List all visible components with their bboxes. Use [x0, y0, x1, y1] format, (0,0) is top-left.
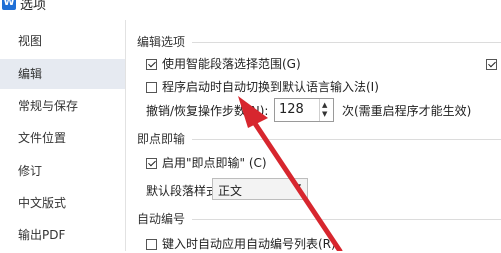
section-divider	[192, 219, 501, 220]
auto-numbering-option[interactable]: 键入时自动应用自动编号列表(R)	[146, 235, 336, 253]
auto-switch-ime-option[interactable]: 程序启动时自动切换到默认语言输入法(I)	[146, 78, 379, 96]
options-panel: 编辑选项 使用智能段落选择范围(G) 程序启动时自动切换到默认语言输入法(I) …	[126, 20, 501, 251]
spinner-arrows: ▲ ▼	[319, 99, 333, 121]
smart-paragraph-label: 使用智能段落选择范围(G)	[162, 57, 301, 71]
auto-numbering-checkbox[interactable]	[146, 239, 157, 250]
app-icon: W	[2, 0, 16, 10]
options-sidebar: 视图 编辑 常规与保存 文件位置 修订 中文版式 输出PDF	[0, 20, 126, 251]
enable-click-and-type-option[interactable]: 启用"即点即输" (C)	[146, 154, 267, 172]
spinner-down-icon[interactable]: ▼	[322, 111, 327, 118]
click-and-type-title: 即点即输	[137, 132, 186, 146]
sidebar-item-chinese-layout[interactable]: 中文版式	[0, 188, 125, 218]
auto-switch-ime-label: 程序启动时自动切换到默认语言输入法(I)	[162, 80, 379, 94]
enable-click-and-type-label: 启用"即点即输" (C)	[162, 156, 267, 170]
window-title: 选项	[20, 0, 47, 13]
smart-paragraph-option[interactable]: 使用智能段落选择范围(G)	[146, 55, 301, 73]
auto-numbering-title: 自动编号	[137, 212, 186, 226]
partial-checkbox[interactable]	[486, 59, 497, 70]
sidebar-item-revision[interactable]: 修订	[0, 156, 125, 186]
section-divider	[192, 42, 501, 43]
default-style-select[interactable]: 正文 ▼	[212, 178, 308, 200]
undo-steps-note: 次(需重启程序才能生效)	[342, 104, 472, 118]
undo-steps-label: 撤销/恢复操作步数(N):	[146, 104, 269, 118]
auto-numbering-label: 键入时自动应用自动编号列表(R)	[162, 237, 336, 251]
enable-click-and-type-checkbox[interactable]	[146, 158, 157, 169]
partial-checkbox-option[interactable]	[486, 55, 501, 73]
undo-steps-value[interactable]: 128	[279, 102, 304, 117]
sidebar-item-general-save[interactable]: 常规与保存	[0, 91, 125, 121]
sidebar-item-edit[interactable]: 编辑	[0, 59, 125, 89]
smart-paragraph-checkbox[interactable]	[146, 59, 157, 70]
sidebar-item-view[interactable]: 视图	[0, 26, 125, 56]
sidebar-item-output-pdf[interactable]: 输出PDF	[0, 220, 125, 250]
sidebar-item-file-location[interactable]: 文件位置	[0, 123, 125, 153]
section-divider	[192, 139, 501, 140]
edit-options-title: 编辑选项	[137, 35, 186, 49]
auto-switch-ime-checkbox[interactable]	[146, 82, 157, 93]
title-bar: W 选项	[0, 0, 501, 20]
chevron-down-icon: ▼	[294, 183, 301, 193]
spinner-up-icon[interactable]: ▲	[322, 102, 327, 109]
default-style-value: 正文	[218, 184, 243, 198]
undo-steps-spinner[interactable]: 128 ▲ ▼	[274, 98, 334, 122]
